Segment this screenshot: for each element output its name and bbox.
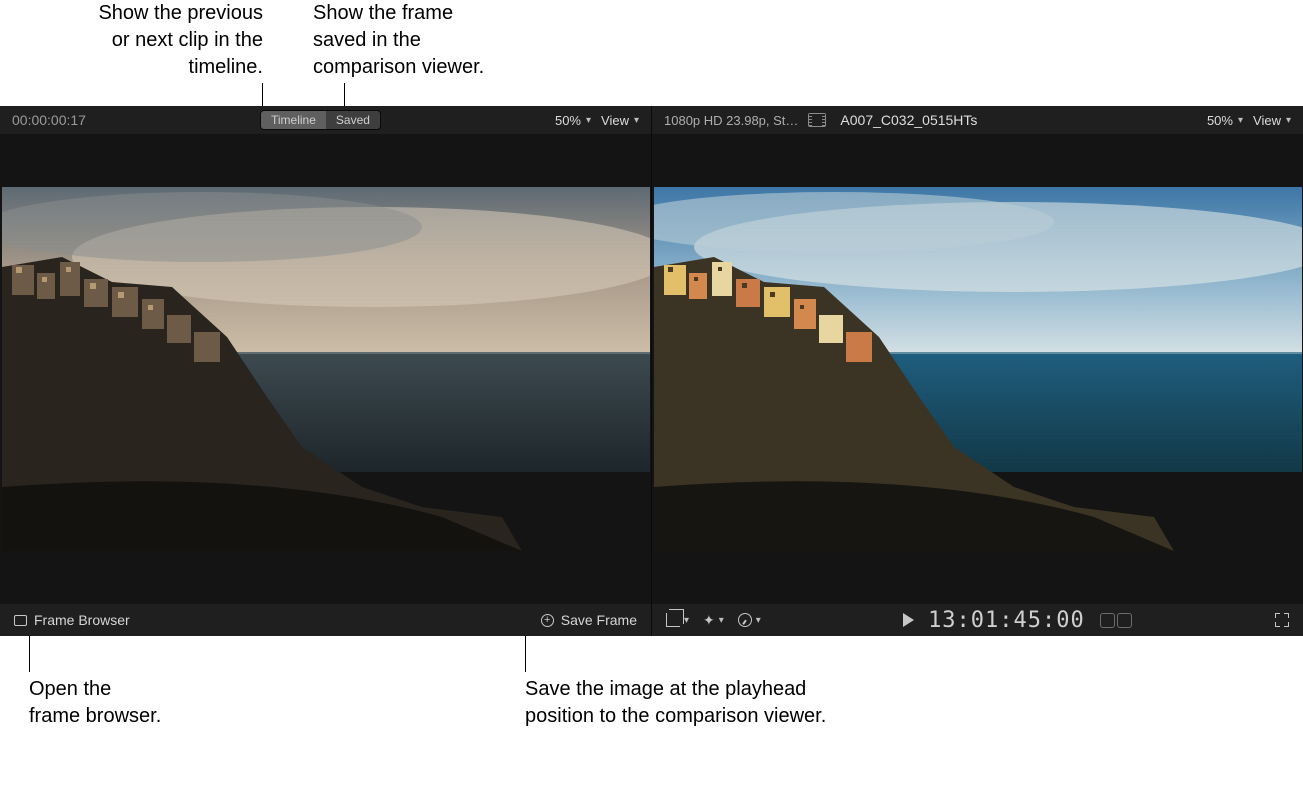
chevron-down-icon: ▾: [634, 115, 639, 126]
left-frame-image: [2, 187, 650, 551]
tab-saved[interactable]: Saved: [326, 111, 380, 129]
footer: Frame Browser + Save Frame ▾ ✦▾ ▾ 13:01:…: [0, 604, 1303, 636]
save-frame-button[interactable]: + Save Frame: [541, 612, 637, 628]
left-view-dropdown[interactable]: View▾: [601, 113, 639, 128]
right-frame-image: [654, 187, 1302, 551]
filmstrip-icon: [808, 113, 826, 127]
callout-frame-browser: Open the frame browser.: [29, 676, 229, 730]
chevron-down-icon: ▾: [756, 615, 761, 626]
enhance-tool-dropdown[interactable]: ✦▾: [703, 612, 724, 629]
viewer-area: [0, 134, 1303, 604]
mode-segmented-control[interactable]: Timeline Saved: [260, 110, 381, 130]
right-viewer-canvas[interactable]: [651, 134, 1303, 604]
right-view-dropdown[interactable]: View▾: [1253, 113, 1291, 128]
leader-timeline: [262, 83, 263, 106]
left-viewer-footer: Frame Browser + Save Frame: [0, 604, 651, 636]
loop-segment-b[interactable]: [1117, 613, 1132, 628]
retime-icon: [738, 613, 752, 627]
left-viewer-header: 00:00:00:17 Timeline Saved 50%▾ View▾: [0, 106, 651, 134]
play-button[interactable]: [903, 613, 914, 627]
leader-saved: [344, 83, 345, 106]
wand-icon: ✦: [703, 612, 715, 629]
leader-frame-browser: [29, 636, 30, 672]
topbar: 00:00:00:17 Timeline Saved 50%▾ View▾ 10…: [0, 106, 1303, 134]
play-icon: [903, 613, 914, 627]
callout-timeline: Show the previous or next clip in the ti…: [23, 0, 263, 81]
frame-browser-button[interactable]: Frame Browser: [14, 612, 130, 628]
right-viewer-header: 1080p HD 23.98p, St… A007_C032_0515HTs 5…: [651, 106, 1303, 134]
left-zoom-dropdown[interactable]: 50%▾: [555, 113, 591, 128]
fullscreen-icon: [1275, 613, 1289, 627]
clip-format-label: 1080p HD 23.98p, St…: [664, 113, 798, 128]
chevron-down-icon: ▾: [1286, 115, 1291, 126]
loop-segment-a[interactable]: [1100, 613, 1115, 628]
callout-saved: Show the frame saved in the comparison v…: [313, 0, 533, 81]
leader-save-frame: [525, 636, 526, 672]
crop-tool-dropdown[interactable]: ▾: [666, 613, 689, 627]
chevron-down-icon: ▾: [684, 615, 689, 626]
right-viewer-footer: ▾ ✦▾ ▾ 13:01:45:00: [651, 604, 1303, 636]
fullscreen-button[interactable]: [1275, 613, 1289, 627]
retime-tool-dropdown[interactable]: ▾: [738, 613, 761, 627]
plus-circle-icon: +: [541, 614, 554, 627]
callout-save-frame: Save the image at the playhead position …: [525, 676, 945, 730]
chevron-down-icon: ▾: [1238, 115, 1243, 126]
frame-browser-icon: [14, 615, 27, 626]
left-viewer-canvas[interactable]: [0, 134, 651, 604]
clip-name-label: A007_C032_0515HTs: [840, 112, 977, 128]
right-zoom-dropdown[interactable]: 50%▾: [1207, 113, 1243, 128]
comparison-viewer-panel: 00:00:00:17 Timeline Saved 50%▾ View▾ 10…: [0, 106, 1303, 636]
chevron-down-icon: ▾: [586, 115, 591, 126]
crop-icon: [666, 613, 680, 627]
tab-timeline[interactable]: Timeline: [261, 111, 326, 129]
playhead-timecode: 13:01:45:00: [928, 608, 1085, 633]
chevron-down-icon: ▾: [719, 615, 724, 626]
left-timecode: 00:00:00:17: [12, 112, 86, 128]
